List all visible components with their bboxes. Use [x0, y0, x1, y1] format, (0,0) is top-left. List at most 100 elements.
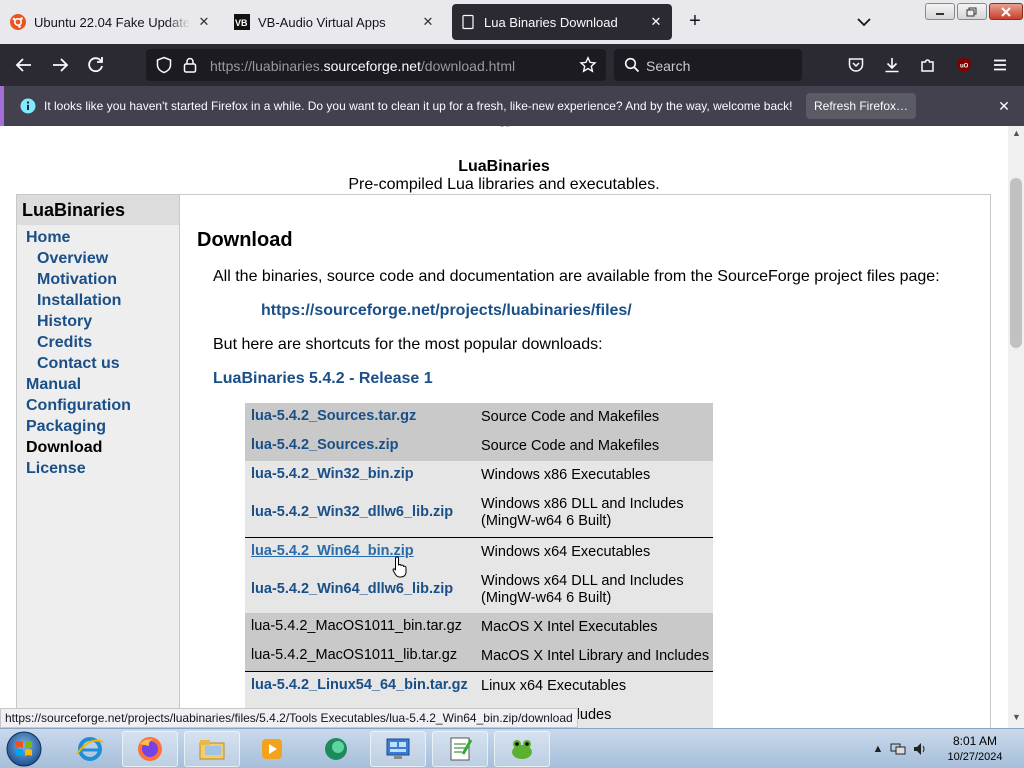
- refresh-firefox-button[interactable]: Refresh Firefox…: [806, 93, 916, 119]
- info-icon: [18, 96, 38, 116]
- intro-text: All the binaries, source code and docume…: [213, 268, 940, 285]
- close-tab-icon[interactable]: ✕: [648, 14, 664, 30]
- frog-app-icon[interactable]: [494, 731, 550, 767]
- download-description: Source Code and Makefiles: [481, 438, 660, 454]
- extensions-icon[interactable]: [918, 55, 938, 75]
- download-link[interactable]: lua-5.4.2_Sources.tar.gz: [251, 408, 416, 424]
- download-description: MacOS X Intel Executables: [481, 619, 658, 635]
- link-status-preview: https://sourceforge.net/projects/luabina…: [0, 708, 578, 728]
- download-file-name: lua-5.4.2_MacOS1011_lib.tar.gz: [251, 647, 458, 663]
- search-input[interactable]: Search: [646, 58, 690, 74]
- sidebar-item-packaging[interactable]: Packaging: [26, 418, 106, 436]
- ublock-origin-icon[interactable]: uO: [954, 55, 974, 75]
- tab-title: Ubuntu 22.04 Fake Update | Online: [34, 14, 190, 30]
- forward-icon[interactable]: [50, 55, 70, 75]
- close-window-button[interactable]: [989, 3, 1023, 20]
- main-layout: LuaBinaries Home Overview Motivation Ins…: [16, 194, 991, 728]
- sidebar-item-contact-us[interactable]: Contact us: [37, 355, 120, 373]
- scroll-down-icon[interactable]: ▼: [1012, 712, 1021, 722]
- release-heading-link[interactable]: LuaBinaries 5.4.2 - Release 1: [213, 370, 433, 388]
- download-link-hovered[interactable]: lua-5.4.2_Win64_bin.zip: [251, 543, 414, 559]
- scrollbar-thumb[interactable]: [1010, 178, 1022, 348]
- site-name: LuaBinaries: [458, 158, 550, 175]
- download-description: Linux x64 Executables: [481, 678, 627, 694]
- url-text[interactable]: https://luabinaries.sourceforge.net/down…: [210, 58, 515, 74]
- network-icon[interactable]: [890, 741, 906, 757]
- close-tab-icon[interactable]: ✕: [420, 14, 436, 30]
- ubuntu-icon: [10, 14, 26, 30]
- clock-date[interactable]: 10/27/2024: [940, 751, 1010, 763]
- volume-icon[interactable]: [912, 741, 928, 757]
- url-bar[interactable]: https://luabinaries.sourceforge.net/down…: [146, 49, 606, 81]
- download-description: Windows x86 Executables: [481, 467, 651, 483]
- green-app-icon[interactable]: [308, 731, 364, 767]
- internet-explorer-icon[interactable]: [62, 731, 118, 767]
- table-row-group: lua-5.4.2_Win64_bin.zip Windows x64 Exec…: [245, 537, 713, 613]
- table-row-group: lua-5.4.2_Sources.tar.gz Source Code and…: [245, 403, 713, 461]
- tab-vb-audio[interactable]: VB VB-Audio Virtual Apps ✕: [226, 4, 444, 40]
- page-title: Download: [197, 229, 293, 251]
- search-bar[interactable]: Search: [614, 49, 802, 81]
- download-description: Windows x64 Executables: [481, 544, 651, 560]
- site-tagline: Pre-compiled Lua libraries and executabl…: [348, 176, 660, 193]
- sidebar-item-installation[interactable]: Installation: [37, 292, 121, 310]
- sidebar-item-history[interactable]: History: [37, 313, 92, 331]
- control-panel-icon[interactable]: [370, 731, 426, 767]
- firefox-taskbar-icon[interactable]: [122, 731, 178, 767]
- page-scrollbar[interactable]: ▲ ▼: [1008, 126, 1024, 728]
- chevron-down-icon[interactable]: [854, 12, 874, 32]
- clock-time[interactable]: 8:01 AM: [940, 734, 1010, 748]
- download-link[interactable]: lua-5.4.2_Win32_dllw6_lib.zip: [251, 504, 453, 520]
- sidebar-item-download: Download: [26, 439, 103, 456]
- sidebar: LuaBinaries Home Overview Motivation Ins…: [17, 195, 180, 728]
- download-description: Source Code and Makefiles: [481, 409, 660, 425]
- downloads-icon[interactable]: [882, 55, 902, 75]
- search-icon: [622, 55, 642, 75]
- download-link[interactable]: lua-5.4.2_Linux54_64_bin.tar.gz: [251, 677, 468, 693]
- sidebar-item-manual[interactable]: Manual: [26, 376, 81, 394]
- sidebar-item-home[interactable]: Home: [26, 229, 70, 247]
- close-tab-icon[interactable]: ✕: [196, 14, 212, 30]
- lock-icon[interactable]: [180, 55, 200, 75]
- download-link[interactable]: lua-5.4.2_Win64_dllw6_lib.zip: [251, 581, 453, 597]
- files-page-link[interactable]: https://sourceforge.net/projects/luabina…: [261, 302, 632, 320]
- bookmark-star-icon[interactable]: [578, 55, 598, 75]
- tab-lua-binaries[interactable]: Lua Binaries Download ✕: [452, 4, 672, 40]
- close-icon[interactable]: ✕: [994, 96, 1014, 116]
- page-content: LuaBinaries Pre-compiled Lua libraries a…: [0, 126, 1008, 728]
- restore-window-button[interactable]: [957, 3, 987, 20]
- notepad-plus-icon[interactable]: [432, 731, 488, 767]
- sidebar-heading: LuaBinaries: [17, 195, 179, 225]
- reload-icon[interactable]: [86, 55, 106, 75]
- tab-ubuntu-fake-update[interactable]: Ubuntu 22.04 Fake Update | Online ✕: [2, 4, 220, 40]
- svg-text:VB: VB: [235, 18, 248, 28]
- download-link[interactable]: lua-5.4.2_Win32_bin.zip: [251, 466, 414, 482]
- scroll-up-icon[interactable]: ▲: [1012, 128, 1021, 138]
- download-file-name: lua-5.4.2_MacOS1011_bin.tar.gz: [251, 618, 462, 634]
- show-hidden-icons-icon[interactable]: ▲: [870, 741, 886, 757]
- sidebar-item-configuration[interactable]: Configuration: [26, 397, 131, 415]
- tracking-shield-icon[interactable]: [154, 55, 174, 75]
- sidebar-item-motivation[interactable]: Motivation: [37, 271, 117, 289]
- pocket-icon[interactable]: [846, 55, 866, 75]
- tab-title: VB-Audio Virtual Apps: [258, 14, 386, 30]
- minimize-window-button[interactable]: [925, 3, 955, 20]
- back-icon[interactable]: [14, 55, 34, 75]
- sidebar-item-license[interactable]: License: [26, 460, 86, 478]
- download-description: Windows x86 DLL and Includes (MingW-w64 …: [481, 496, 684, 529]
- hamburger-menu-icon[interactable]: [990, 55, 1010, 75]
- new-tab-icon[interactable]: +: [684, 10, 706, 32]
- download-description: Windows x64 DLL and Includes (MingW-w64 …: [481, 573, 684, 606]
- sidebar-item-credits[interactable]: Credits: [37, 334, 92, 352]
- table-row-group: lua-5.4.2_Win32_bin.zip Windows x86 Exec…: [245, 461, 713, 537]
- shortcuts-text: But here are shortcuts for the most popu…: [213, 336, 603, 353]
- download-description: MacOS X Intel Library and Includes: [481, 648, 710, 664]
- svg-text:uO: uO: [960, 64, 969, 70]
- notification-text: It looks like you haven't started Firefo…: [44, 99, 793, 113]
- file-explorer-icon[interactable]: [184, 731, 240, 767]
- windows-start-icon[interactable]: [6, 731, 42, 767]
- download-link[interactable]: lua-5.4.2_Sources.zip: [251, 437, 398, 453]
- navigation-toolbar: https://luabinaries.sourceforge.net/down…: [0, 44, 1024, 86]
- media-player-icon[interactable]: [244, 731, 300, 767]
- sidebar-item-overview[interactable]: Overview: [37, 250, 108, 268]
